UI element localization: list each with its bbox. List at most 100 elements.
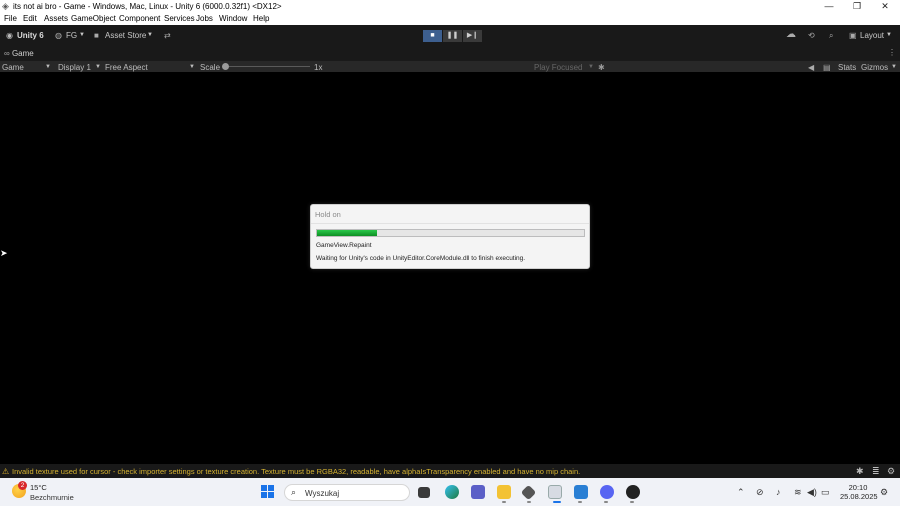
chevron-down-icon: ▼ bbox=[886, 32, 892, 38]
clock-time: 20:10 bbox=[848, 483, 868, 492]
weather-notification-badge: 2 bbox=[18, 481, 27, 490]
wifi-icon[interactable]: ≋ bbox=[794, 487, 802, 498]
bug-icon[interactable]: ✱ bbox=[598, 63, 605, 72]
restore-button[interactable]: ❐ bbox=[843, 0, 871, 13]
window-title-bar[interactable]: ◈ its not ai bro - Game - Windows, Mac, … bbox=[0, 0, 900, 13]
chevron-up-icon[interactable]: ⌃ bbox=[737, 487, 745, 498]
account-icon: ◍ bbox=[55, 31, 62, 40]
dialog-divider bbox=[311, 223, 589, 224]
asset-store-icon: ■ bbox=[94, 31, 99, 40]
asset-store-button[interactable]: Asset Store bbox=[105, 31, 146, 40]
chevron-down-icon: ▼ bbox=[891, 64, 897, 70]
scale-label: Scale bbox=[200, 63, 221, 72]
console-icon[interactable]: ≣ bbox=[872, 466, 880, 477]
visual-studio-icon[interactable] bbox=[574, 485, 588, 499]
volume-icon[interactable]: ◀) bbox=[807, 487, 817, 498]
dialog-message: Waiting for Unity's code in UnityEditor.… bbox=[316, 255, 526, 262]
audio-mute-icon[interactable]: ◀ bbox=[808, 63, 814, 72]
running-indicator bbox=[578, 501, 582, 503]
chevron-down-icon: ▼ bbox=[79, 32, 85, 38]
editor-tab-bar bbox=[0, 46, 900, 60]
menu-services[interactable]: Services bbox=[164, 14, 195, 23]
teams-icon[interactable] bbox=[471, 485, 485, 499]
app-icon[interactable] bbox=[626, 485, 640, 499]
taskbar-search-box[interactable]: ⌕ Wyszukaj bbox=[284, 484, 410, 501]
task-view-icon[interactable] bbox=[418, 487, 430, 498]
running-indicator bbox=[630, 501, 634, 503]
running-indicator bbox=[502, 501, 506, 503]
chevron-down-icon: ▼ bbox=[147, 32, 153, 38]
running-indicator bbox=[527, 501, 531, 503]
play-controls: ■ ❚❚ ▶❙ bbox=[423, 30, 482, 42]
search-icon[interactable]: ⌕ bbox=[829, 31, 833, 41]
menu-jobs[interactable]: Jobs bbox=[196, 14, 213, 23]
weather-temperature[interactable]: 15°C bbox=[30, 483, 47, 492]
battery-icon[interactable]: ▭ bbox=[821, 487, 830, 498]
menu-bar: File Edit Assets GameObject Component Se… bbox=[0, 13, 900, 25]
tab-game[interactable]: ∞ Game bbox=[4, 49, 34, 58]
scale-slider-track[interactable] bbox=[226, 66, 310, 67]
discord-icon[interactable] bbox=[600, 485, 614, 499]
chevron-down-icon: ▼ bbox=[45, 64, 51, 70]
play-button[interactable]: ■ bbox=[423, 30, 442, 42]
history-icon[interactable]: ⟲ bbox=[808, 31, 815, 40]
weather-condition[interactable]: Bezchmurnie bbox=[30, 493, 74, 502]
layout-icon: ▣ bbox=[849, 31, 857, 40]
progress-bar bbox=[316, 229, 585, 237]
close-button[interactable]: ✕ bbox=[871, 0, 899, 13]
menu-file[interactable]: File bbox=[4, 14, 17, 23]
menu-assets[interactable]: Assets bbox=[44, 14, 68, 23]
unity-app-icon: ◈ bbox=[2, 1, 9, 11]
search-icon: ⌕ bbox=[291, 487, 297, 497]
menu-component[interactable]: Component bbox=[119, 14, 160, 23]
game-controller-icon: ∞ bbox=[4, 49, 10, 58]
frame-debugger-icon[interactable]: ▤ bbox=[823, 63, 831, 72]
chevron-down-icon: ▼ bbox=[588, 64, 594, 70]
cloud-icon[interactable]: ☁ bbox=[786, 29, 796, 40]
console-status-bar[interactable]: ⚠ Invalid texture used for cursor - chec… bbox=[0, 464, 900, 478]
bug-report-icon[interactable]: ✱ bbox=[856, 466, 864, 477]
pause-button[interactable]: ❚❚ bbox=[443, 30, 462, 42]
tab-game-label: Game bbox=[11, 49, 34, 58]
file-explorer-icon[interactable] bbox=[497, 485, 511, 499]
more-options-icon[interactable]: ⋮ bbox=[888, 48, 896, 57]
chevron-down-icon: ▼ bbox=[95, 64, 101, 70]
menu-help[interactable]: Help bbox=[253, 14, 269, 23]
account-dropdown[interactable]: FG bbox=[66, 31, 77, 40]
scale-slider-handle[interactable] bbox=[222, 63, 229, 70]
menu-gameobject[interactable]: GameObject bbox=[71, 14, 116, 23]
display-dropdown[interactable]: Display 1 bbox=[58, 63, 91, 72]
aspect-dropdown[interactable]: Free Aspect bbox=[105, 63, 148, 72]
settings-icon[interactable]: ⚙ bbox=[887, 466, 895, 477]
microphone-icon[interactable]: ♪ bbox=[776, 487, 781, 497]
mouse-cursor-icon: ➤ bbox=[0, 248, 8, 258]
step-button[interactable]: ▶❙ bbox=[463, 30, 482, 42]
menu-window[interactable]: Window bbox=[219, 14, 247, 23]
notifications-icon[interactable]: ⚙ bbox=[880, 487, 888, 498]
version-control-icon[interactable]: ⇄ bbox=[164, 31, 171, 40]
network-off-icon[interactable]: ⊘ bbox=[756, 487, 764, 498]
hold-on-dialog: Hold on GameView.Repaint Waiting for Uni… bbox=[310, 204, 590, 269]
warning-icon: ⚠ bbox=[2, 467, 10, 476]
unity-editor-icon[interactable] bbox=[548, 485, 562, 499]
view-mode-dropdown[interactable]: Game bbox=[2, 63, 24, 72]
layout-dropdown[interactable]: Layout bbox=[860, 31, 884, 40]
console-warning-message[interactable]: Invalid texture used for cursor - check … bbox=[12, 467, 580, 476]
clock-date: 25.08.2025 bbox=[840, 492, 878, 501]
minimize-button[interactable]: — bbox=[815, 0, 843, 13]
game-view-toolbar: Game ▼ Display 1 ▼ Free Aspect ▼ Scale 1… bbox=[0, 60, 900, 72]
gizmos-dropdown[interactable]: Gizmos bbox=[861, 63, 888, 72]
taskbar-clock[interactable]: 20:10 25.08.2025 bbox=[840, 483, 878, 501]
window-title: its not ai bro - Game - Windows, Mac, Li… bbox=[13, 2, 282, 11]
play-mode-dropdown[interactable]: Play Focused bbox=[534, 63, 582, 72]
chevron-down-icon: ▼ bbox=[189, 64, 195, 70]
dialog-title: Hold on bbox=[315, 210, 341, 219]
running-indicator bbox=[604, 501, 608, 503]
menu-edit[interactable]: Edit bbox=[23, 14, 37, 23]
windows-start-icon[interactable] bbox=[261, 485, 275, 499]
unity-version-label[interactable]: Unity 6 bbox=[17, 31, 44, 40]
stats-toggle[interactable]: Stats bbox=[838, 63, 856, 72]
active-indicator bbox=[553, 501, 561, 503]
edge-browser-icon[interactable] bbox=[445, 485, 459, 499]
scale-value: 1x bbox=[314, 63, 323, 72]
